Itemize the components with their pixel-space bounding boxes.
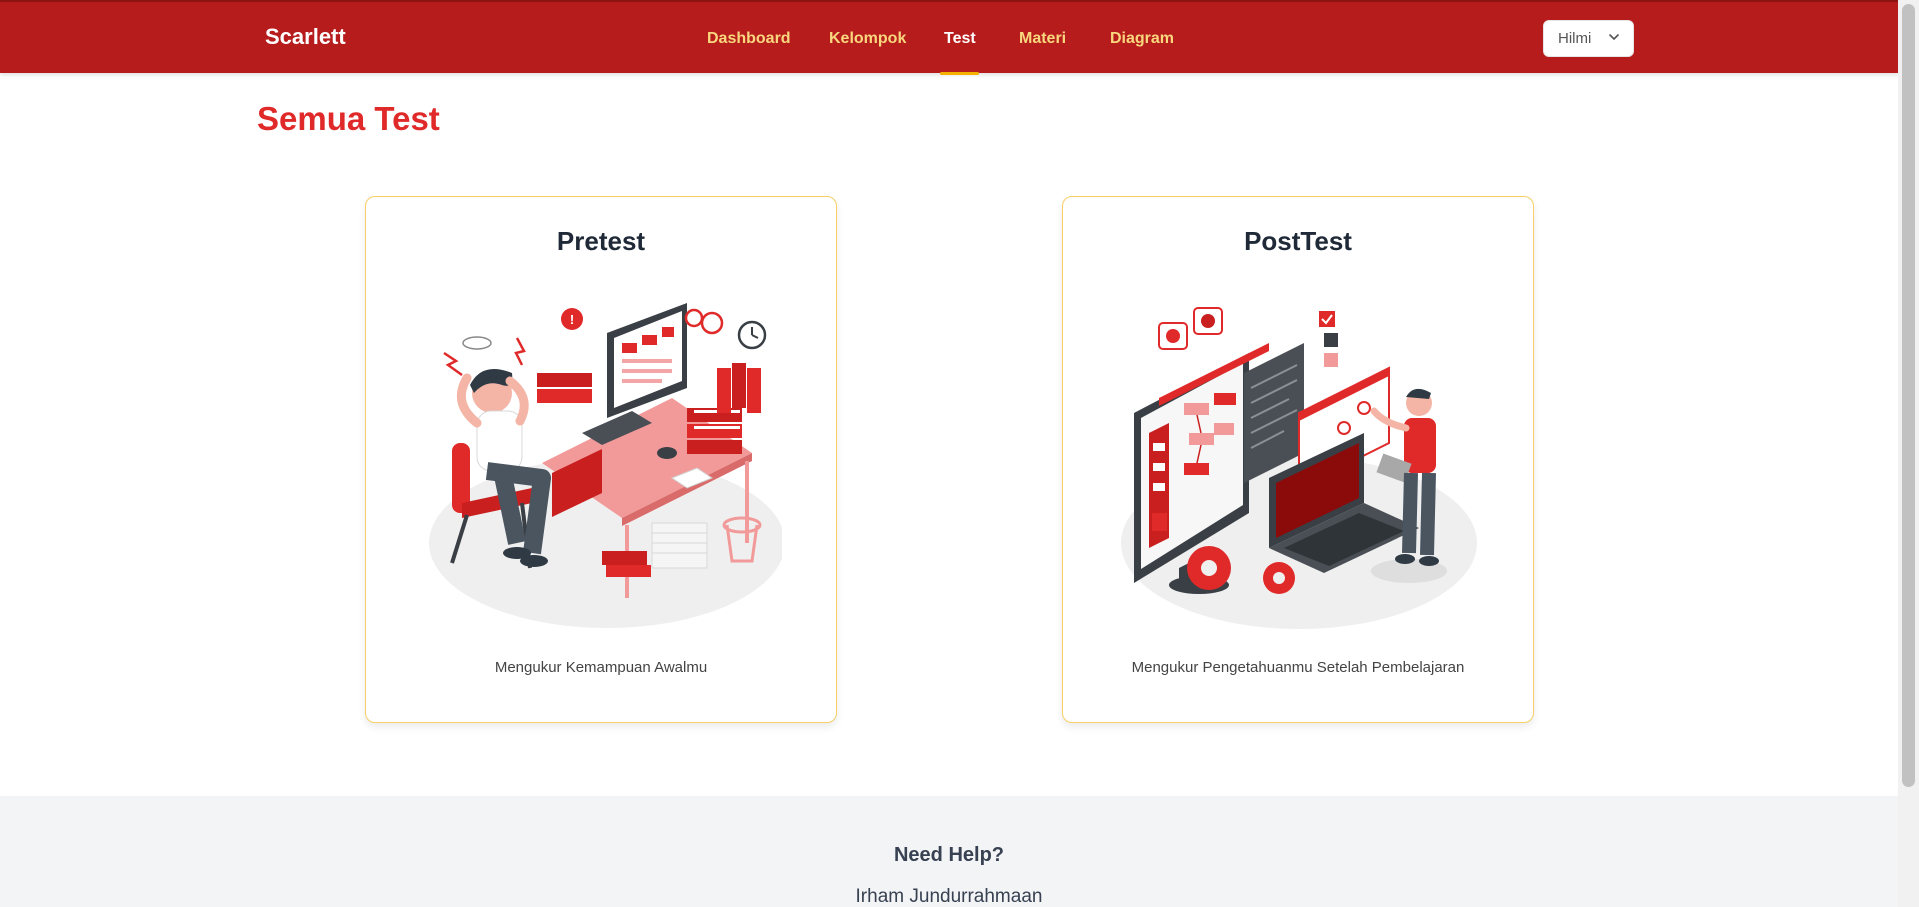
- developer-illustration: [1121, 307, 1477, 629]
- user-menu-button[interactable]: Hilmi: [1543, 20, 1634, 57]
- vertical-scrollbar[interactable]: [1898, 0, 1919, 907]
- pretest-card[interactable]: Pretest ! Mengukur Kemampuan Awalmu: [365, 196, 837, 723]
- card-description: Mengukur Kemampuan Awalmu: [494, 659, 708, 676]
- posttest-card[interactable]: PostTest Mengukur Pengetahuanmu Setelah …: [1062, 196, 1534, 723]
- nav-test[interactable]: Test: [944, 30, 976, 48]
- card-title: PostTest: [1244, 226, 1352, 256]
- nav-dashboard[interactable]: Dashboard: [707, 30, 791, 48]
- chevron-down-icon: [1609, 34, 1619, 40]
- help-contact-name: Irham Jundurrahmaan: [855, 886, 1043, 907]
- help-heading: Need Help?: [893, 844, 1005, 866]
- page-title: Semua Test: [257, 100, 440, 137]
- user-name: Hilmi: [1558, 30, 1592, 47]
- stressed-worker-illustration: !: [429, 303, 782, 628]
- active-tab-indicator: [940, 72, 979, 75]
- card-description: Mengukur Pengetahuanmu Setelah Pembelaja…: [1131, 659, 1465, 676]
- page: Scarlett Dashboard Kelompok Test Materi …: [0, 0, 1919, 907]
- footer: Need Help? Irham Jundurrahmaan: [0, 796, 1898, 907]
- svg-text:!: !: [570, 312, 574, 327]
- scrollbar-thumb[interactable]: [1902, 4, 1915, 787]
- card-title: Pretest: [556, 226, 646, 256]
- nav-materi[interactable]: Materi: [1019, 30, 1066, 48]
- top-navbar: Scarlett Dashboard Kelompok Test Materi …: [0, 0, 1898, 75]
- nav-diagram[interactable]: Diagram: [1110, 30, 1174, 48]
- nav-kelompok[interactable]: Kelompok: [829, 30, 906, 48]
